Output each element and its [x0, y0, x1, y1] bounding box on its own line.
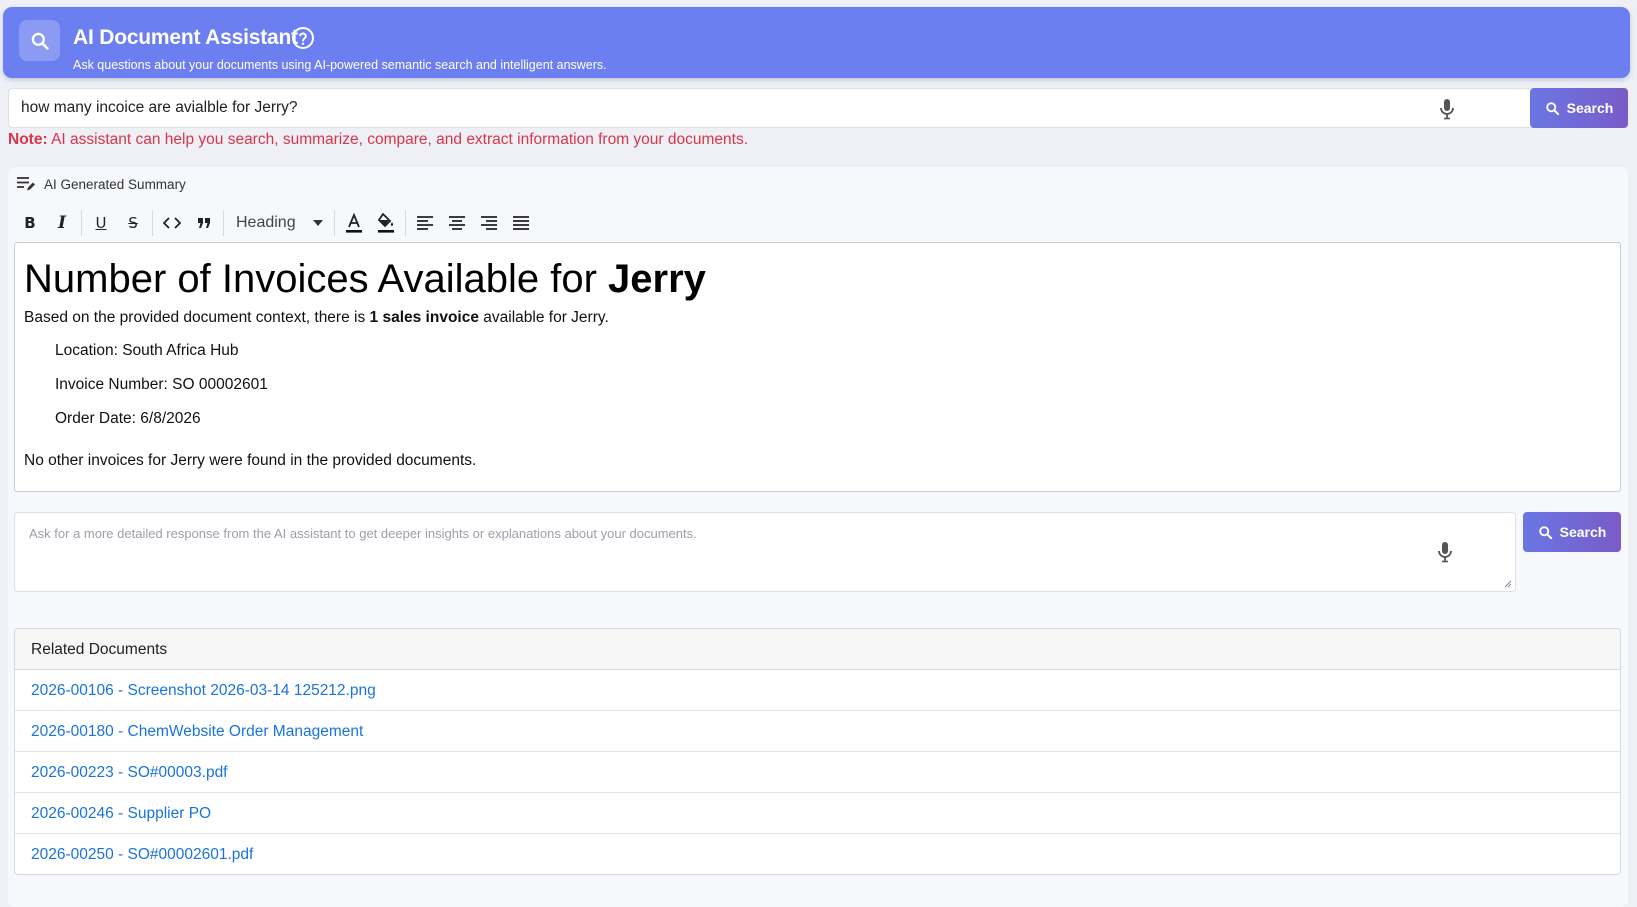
align-center-icon [449, 215, 465, 230]
detail-order-date: Order Date: 6/8/2026 [55, 410, 201, 427]
summary-outro: No other invoices for Jerry were found i… [24, 452, 477, 469]
summary-header: AI Generated Summary [16, 176, 186, 192]
align-justify-icon [513, 215, 529, 230]
search-icon [31, 32, 49, 50]
invoice-details: Location: South Africa Hub Invoice Numbe… [55, 342, 1611, 444]
quote-icon [198, 218, 210, 228]
align-center-button[interactable] [441, 208, 473, 238]
note-prefix: Note: [8, 131, 48, 148]
followup-box [14, 512, 1516, 592]
toolbar-divider [81, 210, 82, 236]
related-documents-title: Related Documents [15, 629, 1620, 670]
microphone-icon[interactable] [1439, 98, 1455, 120]
related-document-link[interactable]: 2026-00106 - Screenshot 2026-03-14 12521… [15, 670, 1620, 711]
underline-button[interactable]: U [85, 208, 117, 238]
related-document-link[interactable]: 2026-00180 - ChemWebsite Order Managemen… [15, 711, 1620, 752]
search-input[interactable] [9, 89, 1529, 127]
align-justify-button[interactable] [505, 208, 537, 238]
notes-edit-icon [17, 177, 35, 191]
toolbar-divider [223, 210, 224, 236]
heading-select-value: Heading [236, 214, 296, 231]
search-button-label: Search [1566, 100, 1614, 116]
summary-heading-text: Number of Invoices Available for [24, 257, 609, 301]
microphone-icon[interactable] [1437, 541, 1453, 563]
related-documents: Related Documents 2026-00106 - Screensho… [14, 628, 1621, 875]
app-header: AI Document Assistant Ask questions abou… [3, 7, 1630, 78]
summary-editor[interactable]: Number of Invoices Available for Jerry B… [14, 242, 1621, 492]
detail-location: Location: South Africa Hub [55, 342, 239, 359]
highlight-color-button[interactable] [370, 208, 402, 238]
followup-textarea[interactable] [15, 513, 1515, 591]
followup-search-label: Search [1559, 524, 1607, 540]
intro-text-end: available for Jerry. [478, 309, 609, 326]
text-color-icon [346, 213, 362, 233]
align-left-button[interactable] [409, 208, 441, 238]
toolbar-divider [334, 210, 335, 236]
search-button[interactable]: Search [1530, 88, 1628, 128]
related-document-link[interactable]: 2026-00223 - SO#00003.pdf [15, 752, 1620, 793]
align-right-button[interactable] [473, 208, 505, 238]
summary-heading: Number of Invoices Available for Jerry [24, 255, 1611, 303]
toolbar-divider [405, 210, 406, 236]
intro-text: Based on the provided document context, … [24, 309, 370, 326]
summary-label: AI Generated Summary [44, 176, 186, 192]
search-bar [8, 88, 1628, 128]
align-right-icon [481, 215, 497, 230]
app-subtitle: Ask questions about your documents using… [73, 58, 607, 72]
detail-invoice-number: Invoice Number: SO 00002601 [55, 376, 268, 393]
blockquote-button[interactable] [188, 208, 220, 238]
caret-down-icon [313, 220, 323, 226]
search-icon [1545, 101, 1559, 115]
related-document-link[interactable]: 2026-00246 - Supplier PO [15, 793, 1620, 834]
toolbar-divider [152, 210, 153, 236]
related-document-link[interactable]: 2026-00250 - SO#00002601.pdf [15, 834, 1620, 874]
align-left-icon [417, 215, 433, 230]
italic-button[interactable]: I [46, 208, 78, 238]
heading-select[interactable]: Heading [227, 208, 331, 238]
app-title: AI Document Assistant [73, 26, 298, 49]
intro-bold: 1 sales invoice [369, 309, 479, 326]
app-logo [19, 20, 60, 61]
summary-intro: Based on the provided document context, … [24, 309, 1611, 327]
followup-search-button[interactable]: Search [1523, 512, 1621, 552]
note-text: AI assistant can help you search, summar… [51, 131, 749, 148]
bold-button[interactable]: B [14, 208, 46, 238]
code-button[interactable] [156, 208, 188, 238]
summary-heading-bold: Jerry [608, 257, 706, 301]
editor-toolbar: B I U S Heading [14, 207, 537, 239]
fill-bucket-icon [377, 213, 394, 233]
code-icon [163, 217, 181, 229]
strikethrough-button[interactable]: S [117, 208, 149, 238]
assistant-note: Note: AI assistant can help you search, … [8, 131, 748, 149]
resize-handle-icon[interactable] [1504, 580, 1512, 588]
search-icon [1538, 525, 1552, 539]
text-color-button[interactable] [338, 208, 370, 238]
question-circle-icon[interactable] [291, 26, 315, 50]
